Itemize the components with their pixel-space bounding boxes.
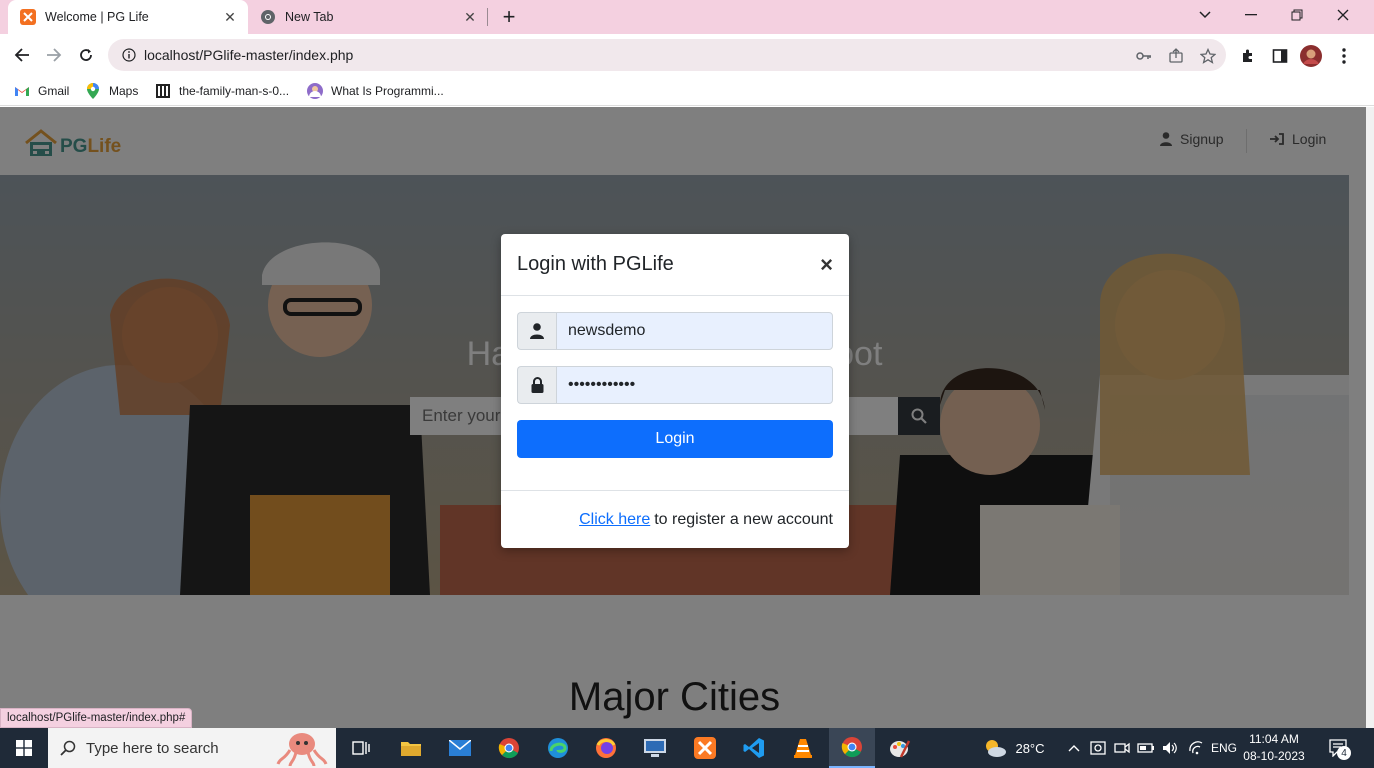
register-link[interactable]: Click here [579,511,650,529]
lock-icon [517,366,556,404]
bookmark-site-icon [155,83,171,99]
page-scrollbar[interactable] [1366,107,1374,728]
tab-search-chevron-icon[interactable] [1182,0,1228,30]
login-modal: Login with PGLife × Login [501,234,849,548]
clock-date: 08-10-2023 [1243,749,1305,763]
bookmark-label: Maps [109,84,139,98]
close-window-icon[interactable] [1320,0,1366,30]
modal-footer: Click here to register a new account [501,490,849,548]
url-text: localhost/PGlife-master/index.php [144,47,354,63]
site-info-icon[interactable] [114,48,144,62]
maps-icon [85,83,101,99]
minimize-icon[interactable] [1228,0,1274,30]
paint-icon[interactable] [877,728,923,768]
weather-temperature[interactable]: 28°C [1012,728,1048,768]
octopus-search-highlight-icon [276,733,328,766]
xampp-icon [20,9,36,25]
bookmark-label: the-family-man-s-0... [179,84,290,98]
user-icon [517,312,556,350]
file-explorer-icon[interactable] [388,728,434,768]
login-submit-button[interactable]: Login [517,420,833,458]
bookmark-label: What Is Programmi... [331,84,444,98]
password-group [517,366,833,404]
close-tab-icon[interactable]: ✕ [462,9,478,25]
bookmarks-bar: Gmail Maps the-family-man-s-0... What Is… [0,76,1374,106]
tab-new-tab[interactable]: New Tab ✕ [250,0,488,34]
tab-title: New Tab [285,10,334,24]
notification-center-icon[interactable]: 4 [1320,728,1356,768]
bookmark-avatar-icon [307,83,323,99]
bookmark-what-is-programming[interactable]: What Is Programmi... [307,81,444,101]
windows-start-icon[interactable] [0,728,48,768]
language-indicator[interactable]: ENG [1210,728,1238,768]
close-icon[interactable]: × [820,253,833,276]
battery-icon[interactable] [1136,728,1156,768]
web-page: PGLife Signup Login [0,107,1366,728]
modal-title: Login with PGLife [517,253,674,275]
address-bar[interactable]: localhost/PGlife-master/index.php [108,39,1226,71]
clock-time: 11:04 AM [1249,732,1299,746]
close-tab-icon[interactable]: ✕ [222,9,238,25]
task-view-icon[interactable] [338,728,384,768]
forward-arrow-icon[interactable] [40,41,68,69]
side-panel-icon[interactable] [1269,45,1291,67]
extensions-puzzle-icon[interactable] [1237,45,1259,67]
key-icon[interactable] [1134,46,1154,66]
tab-separator [487,8,488,26]
bookmark-label: Gmail [38,84,70,98]
xampp-icon[interactable] [682,728,728,768]
meet-now-icon[interactable] [1088,728,1108,768]
chrome-icon [260,9,276,25]
bookmark-maps[interactable]: Maps [85,81,138,101]
network-app-icon[interactable] [632,728,678,768]
edge-icon[interactable] [535,728,581,768]
restore-icon[interactable] [1274,0,1320,30]
modal-header: Login with PGLife × [501,234,849,296]
taskbar-clock[interactable]: 11:04 AM 08-10-2023 [1242,731,1306,765]
browser-toolbar: localhost/PGlife-master/index.php [0,34,1374,76]
weather-icon[interactable] [980,728,1010,768]
windows-taskbar: Type here to search 28°C ENG 11:04 AM 08… [0,728,1374,768]
vscode-icon[interactable] [731,728,777,768]
tab-welcome-pglife[interactable]: Welcome | PG Life ✕ [8,0,248,34]
bookmark-family-man[interactable]: the-family-man-s-0... [155,81,289,101]
search-icon [60,740,76,756]
status-bar-url: localhost/PGlife-master/index.php# [0,708,193,728]
wifi-icon[interactable] [1184,728,1208,768]
chevron-up-icon[interactable] [1064,728,1084,768]
speaker-icon[interactable] [1160,728,1180,768]
profile-avatar[interactable] [1300,45,1322,67]
firefox-icon[interactable] [583,728,629,768]
gmail-icon [14,83,30,99]
star-icon[interactable] [1198,46,1218,66]
browser-tab-strip: Welcome | PG Life ✕ New Tab ✕ + [0,0,1374,34]
chrome-icon[interactable] [486,728,532,768]
username-input[interactable] [556,312,833,350]
new-tab-button[interactable]: + [497,4,521,29]
reload-icon[interactable] [72,41,100,69]
taskbar-search-placeholder: Type here to search [86,739,219,757]
password-input[interactable] [556,366,833,404]
notification-count: 4 [1337,746,1351,760]
register-text: to register a new account [654,510,833,528]
kebab-menu-icon[interactable] [1333,45,1355,67]
vlc-icon[interactable] [780,728,826,768]
tab-title: Welcome | PG Life [45,10,149,24]
taskbar-search-box[interactable]: Type here to search [48,728,336,768]
back-arrow-icon[interactable] [8,41,36,69]
share-icon[interactable] [1166,46,1186,66]
modal-body: Login [501,296,849,474]
username-group [517,312,833,350]
chrome-active-icon[interactable] [829,728,875,768]
camera-icon[interactable] [1112,728,1132,768]
mail-icon[interactable] [437,728,483,768]
bookmark-gmail[interactable]: Gmail [14,81,69,101]
